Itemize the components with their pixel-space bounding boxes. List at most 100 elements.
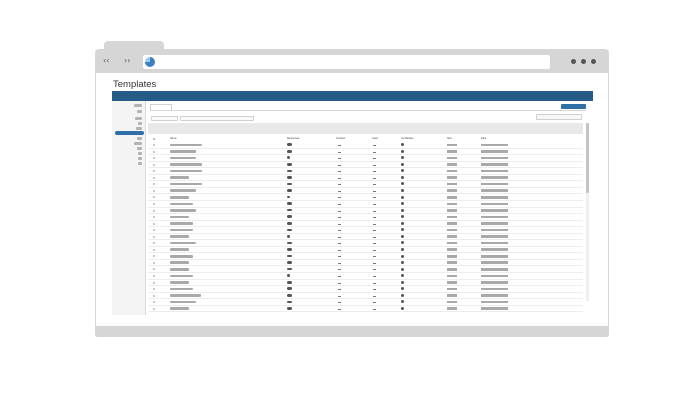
row-checkbox[interactable]: [153, 235, 155, 238]
size-value: [447, 195, 457, 199]
sidebar-item[interactable]: [137, 110, 142, 113]
row-name[interactable]: [170, 163, 203, 166]
row-checkbox[interactable]: [153, 216, 155, 219]
scrollbar-thumb[interactable]: [586, 123, 589, 193]
row-name[interactable]: [170, 300, 197, 304]
row-name[interactable]: [170, 287, 194, 291]
table-row[interactable]: [148, 306, 583, 313]
row-checkbox[interactable]: [153, 189, 155, 192]
size-value: [447, 189, 457, 193]
row-name[interactable]: [170, 241, 197, 245]
row-name[interactable]: [170, 274, 194, 278]
row-checkbox[interactable]: [153, 183, 155, 186]
row-checkbox[interactable]: [153, 288, 155, 291]
row-checkbox[interactable]: [153, 281, 155, 284]
row-checkbox[interactable]: [153, 144, 155, 146]
row-checkbox[interactable]: [153, 294, 155, 297]
row-checkbox[interactable]: [153, 222, 155, 225]
sidebar-item[interactable]: [135, 117, 142, 120]
row-checkbox[interactable]: [153, 176, 155, 179]
row-name[interactable]: [170, 150, 197, 153]
sidebar-item[interactable]: [134, 104, 142, 107]
row-name[interactable]: [170, 189, 197, 193]
sidebar-item[interactable]: [138, 162, 142, 165]
column-header-name[interactable]: Name: [170, 137, 177, 140]
row-checkbox[interactable]: [153, 196, 155, 199]
forward-button[interactable]: ››: [124, 56, 130, 65]
sidebar-item[interactable]: [137, 147, 142, 150]
row-name[interactable]: [170, 307, 189, 310]
row-name[interactable]: [170, 235, 189, 238]
row-checkbox[interactable]: [153, 170, 155, 173]
row-name[interactable]: [170, 182, 203, 186]
row-name[interactable]: [170, 222, 194, 225]
certificate-icon: [401, 156, 404, 160]
row-checkbox[interactable]: [153, 242, 155, 245]
column-header-created[interactable]: Created: [336, 137, 345, 140]
row-checkbox[interactable]: [153, 255, 155, 258]
row-name[interactable]: [170, 195, 189, 199]
filter-search-input[interactable]: [180, 116, 254, 121]
used-value: [373, 158, 376, 159]
sidebar-item[interactable]: [138, 152, 142, 155]
sidebar-item-templates[interactable]: [115, 131, 144, 135]
row-name[interactable]: [170, 169, 203, 173]
size-value: [447, 228, 457, 232]
column-header-date[interactable]: Date: [481, 137, 486, 140]
column-header-used[interactable]: Used: [372, 137, 378, 140]
used-value: [373, 262, 376, 264]
used-value: [373, 145, 376, 146]
row-name[interactable]: [170, 254, 194, 258]
date-value: [481, 287, 508, 291]
date-value: [481, 241, 508, 245]
responses-badge: [287, 208, 292, 212]
row-checkbox[interactable]: [153, 229, 155, 232]
row-checkbox[interactable]: [153, 163, 155, 166]
date-value: [481, 176, 508, 179]
filter-select[interactable]: [151, 116, 178, 121]
row-checkbox[interactable]: [153, 307, 155, 310]
row-name[interactable]: [170, 261, 189, 265]
row-checkbox[interactable]: [153, 275, 155, 277]
sidebar-item[interactable]: [136, 127, 142, 130]
sidebar-item[interactable]: [137, 137, 142, 140]
row-name[interactable]: [170, 248, 189, 251]
row-checkbox[interactable]: [153, 301, 155, 304]
row-name[interactable]: [170, 294, 201, 297]
sidebar-item[interactable]: [138, 122, 142, 125]
more-dots-icon[interactable]: [570, 56, 598, 66]
row-name[interactable]: [170, 268, 189, 271]
row-checkbox[interactable]: [153, 157, 155, 160]
responses-badge: [287, 149, 292, 153]
select-all-checkbox[interactable]: [153, 138, 155, 140]
size-value: [447, 169, 457, 173]
created-value: [338, 243, 341, 244]
row-checkbox[interactable]: [153, 209, 155, 212]
search-input[interactable]: [536, 114, 582, 120]
row-name[interactable]: [170, 215, 189, 219]
date-value: [481, 169, 508, 173]
certificate-icon: [401, 293, 404, 297]
row-name[interactable]: [170, 228, 194, 232]
row-name[interactable]: [170, 176, 189, 179]
row-checkbox[interactable]: [153, 268, 155, 271]
sidebar-item[interactable]: [134, 142, 142, 145]
primary-action-button[interactable]: [561, 104, 586, 109]
sidebar-item[interactable]: [138, 157, 142, 160]
column-header-responses[interactable]: Responses: [287, 137, 300, 140]
row-checkbox[interactable]: [153, 248, 155, 251]
row-checkbox[interactable]: [153, 202, 155, 205]
row-name[interactable]: [170, 202, 194, 206]
row-name[interactable]: [170, 156, 197, 160]
back-button[interactable]: ‹‹: [103, 56, 109, 65]
address-bar[interactable]: [143, 55, 550, 69]
row-name[interactable]: [170, 209, 197, 212]
size-value: [447, 182, 457, 186]
row-name[interactable]: [170, 143, 203, 147]
row-checkbox[interactable]: [153, 261, 155, 264]
row-name[interactable]: [170, 281, 189, 284]
column-header-size[interactable]: Size: [447, 137, 452, 140]
column-header-certificates[interactable]: Certificates: [401, 137, 414, 140]
row-checkbox[interactable]: [153, 150, 155, 153]
used-value: [373, 230, 376, 231]
